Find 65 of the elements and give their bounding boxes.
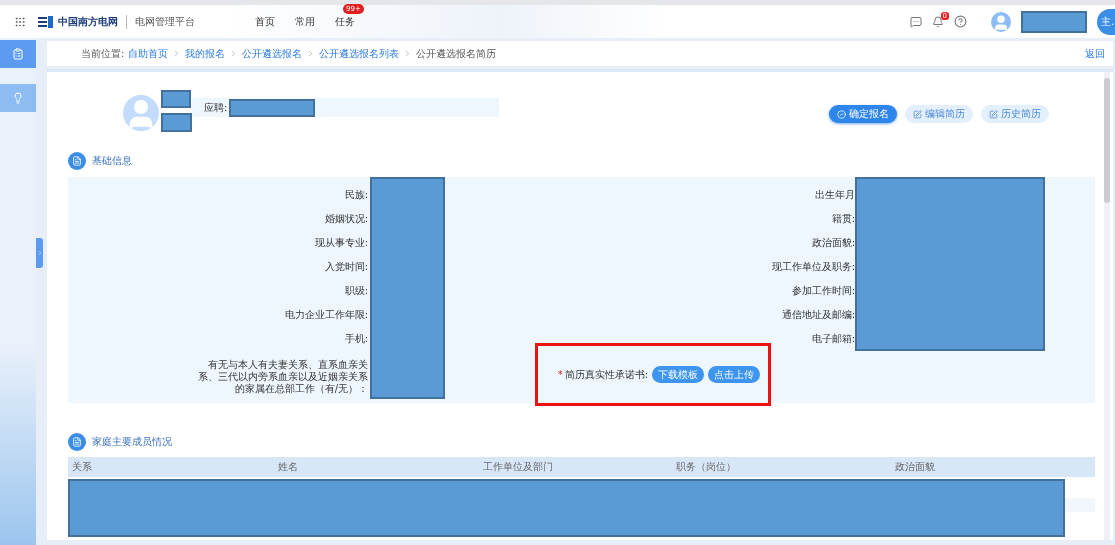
back-link[interactable]: 返回 [1085,46,1105,61]
breadcrumb-label: 当前位置: [81,46,125,61]
nav-link[interactable]: 常用 [295,14,315,29]
document-icon [68,433,86,451]
section-title: 家庭主要成员情况 [92,435,172,449]
field-label: 现从事专业: [314,237,368,249]
upload-button[interactable]: 点击上传 [708,366,760,383]
field-label: 参加工作时间: [791,285,855,297]
apps-grid-icon[interactable] [14,15,26,28]
clipboard-icon [12,48,24,60]
lightbulb-icon [12,92,24,104]
avatar[interactable] [991,11,1011,32]
edit-icon [989,109,998,119]
user-tab[interactable]: 主. [1097,8,1115,35]
breadcrumb-current: 公开遴选报名简历 [416,46,497,61]
redaction-block [161,90,191,108]
field-label: 手机: [344,333,368,345]
field-label: 有无与本人有夫妻关系、直系血亲关系、三代以内旁系血亲以及近姻亲关系的家属在总部工作（有/无）： [197,359,368,395]
column-header: 政治面貌 [895,460,936,474]
help-icon[interactable] [954,15,967,28]
field-label: 电力企业工作年限: [284,309,368,321]
breadcrumb-link[interactable]: 我的报名 [185,46,226,61]
breadcrumb-link[interactable]: 自助首页 [128,46,169,61]
section-title: 基础信息 [92,154,132,168]
field-label: 入党时间: [324,261,368,273]
upload-button[interactable]: 下载模板 [652,366,704,383]
column-header: 姓名 [278,460,299,474]
logo-text: 中国南方电网 [58,14,118,29]
field-label: 婚姻状况: [324,213,368,225]
column-header: 关系 [72,460,93,474]
field-label: 出生年月 [815,189,855,201]
field-label: 电子邮箱: [811,333,855,345]
field-label: 民族: [344,189,368,201]
scrollbar[interactable] [1104,72,1110,540]
action-button[interactable]: 编辑简历 [905,105,973,123]
nav-link[interactable]: 任务 [335,14,355,29]
field-label: 通信地址及邮编: [781,309,855,321]
applied-label: 应聘: [204,100,228,115]
breadcrumb-link[interactable]: 公开遴选报名 [242,46,303,61]
action-button[interactable]: 确定报名 [829,105,897,123]
action-button[interactable]: 历史简历 [981,105,1049,123]
required-mark: * [557,368,563,380]
redaction-block [1021,10,1087,33]
sidebar-item[interactable] [0,84,36,112]
breadcrumb-link[interactable]: 公开遴选报名列表 [319,46,400,61]
chevron-icon [36,250,43,256]
column-header: 工作单位及部门 [483,460,554,474]
check-circle-icon [837,109,846,119]
sidebar-toggle[interactable] [36,238,43,268]
field-label: 职级: [344,285,368,297]
sidebar-item[interactable] [0,40,36,68]
column-header: 职务（岗位） [676,460,737,474]
field-label: * 简历真实性承诺书: [557,367,648,382]
bell-icon[interactable] [932,15,944,28]
redaction-block [161,113,192,132]
field-label: 政治面貌: [811,237,855,249]
app-title: 电网管理平台 [126,14,195,29]
nav-link[interactable]: 首页 [255,14,275,29]
edit-icon [913,109,922,119]
message-icon[interactable] [910,15,922,28]
field-label: 籍贯: [831,213,855,225]
field-label: 现工作单位及职务: [771,261,855,273]
document-icon [68,152,86,170]
avatar [123,95,159,131]
logo-icon [38,15,54,28]
